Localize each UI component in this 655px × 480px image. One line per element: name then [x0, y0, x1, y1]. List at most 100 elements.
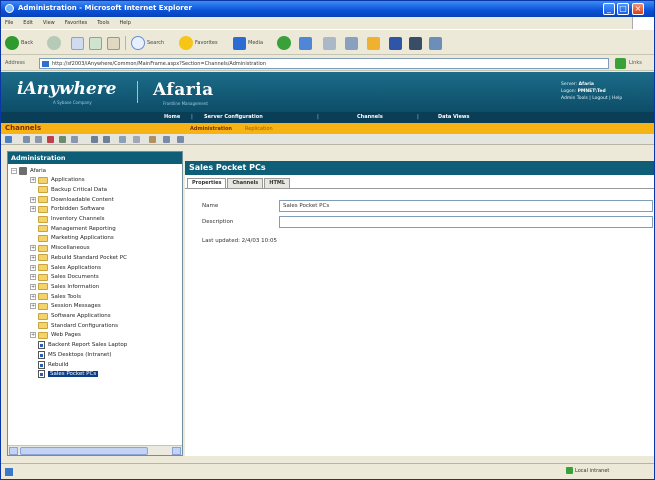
expand-icon[interactable]: + — [30, 293, 36, 300]
edit-button[interactable] — [345, 35, 358, 51]
tree-item[interactable]: Software Applications — [30, 312, 111, 321]
tree-item[interactable]: + Miscellaneous — [30, 244, 90, 253]
publish-icon[interactable] — [59, 136, 66, 143]
expand-icon[interactable]: + — [30, 254, 36, 261]
user-links[interactable]: Admin Tools | Logout | Help — [561, 95, 622, 102]
toolbar-separator — [125, 36, 126, 50]
tree-item[interactable]: Standard Configurations — [30, 321, 118, 330]
nav-channels[interactable]: Channels — [357, 114, 383, 120]
expand-icon[interactable]: + — [30, 196, 36, 203]
go-button[interactable] — [615, 58, 626, 69]
tree-item[interactable]: + Sales Applications — [30, 263, 101, 272]
tree-item[interactable]: + Sales Information — [30, 282, 99, 291]
minimize-button[interactable]: _ — [603, 3, 615, 15]
name-field[interactable]: Sales Pocket PCs — [279, 200, 653, 212]
tree-pane-header: Administration — [8, 152, 182, 164]
expand-icon[interactable]: + — [30, 206, 36, 213]
link-icon[interactable] — [149, 136, 156, 143]
forward-button[interactable] — [47, 35, 61, 51]
tree-item[interactable]: + Applications — [30, 176, 85, 185]
tab-channels[interactable]: Channels — [227, 178, 264, 188]
horizontal-scrollbar[interactable] — [8, 445, 182, 455]
menu-favorites[interactable]: Favorites — [61, 17, 92, 26]
tree-item[interactable]: Backent Report Sales Laptop — [30, 341, 127, 350]
menu-edit[interactable]: Edit — [19, 17, 37, 26]
menu-tools[interactable]: Tools — [93, 17, 113, 26]
tree-item[interactable]: Sales Pocket PCs — [30, 370, 99, 379]
media-button[interactable]: Media — [233, 35, 263, 51]
close-button[interactable]: × — [632, 3, 644, 15]
properties-icon[interactable] — [71, 136, 78, 143]
menu-help[interactable]: Help — [115, 17, 134, 26]
tree-item[interactable]: Rebuild — [30, 360, 68, 369]
tab-replication[interactable]: Replication — [245, 126, 273, 132]
delete-icon[interactable] — [47, 136, 54, 143]
tools-button[interactable] — [429, 35, 442, 51]
scroll-left-icon[interactable] — [9, 447, 18, 455]
tab-administration[interactable]: Administration — [190, 126, 232, 132]
folder-icon — [38, 264, 48, 271]
new-icon[interactable] — [5, 136, 12, 143]
discuss-button[interactable] — [367, 35, 380, 51]
collapse-icon[interactable]: − — [11, 167, 17, 174]
expand-icon[interactable]: + — [30, 177, 36, 184]
tab-properties[interactable]: Properties — [187, 178, 227, 188]
tree-item[interactable]: + Sales Tools — [30, 292, 81, 301]
tree-item-label: Web Pages — [51, 332, 81, 339]
expand-icon[interactable]: + — [30, 332, 36, 339]
favorites-button[interactable]: Favorites — [179, 35, 218, 51]
research-button[interactable] — [409, 35, 422, 51]
expand-icon[interactable]: + — [30, 264, 36, 271]
tree-item[interactable]: + Sales Documents — [30, 273, 99, 282]
tree-item[interactable]: + Forbidden Software — [30, 205, 104, 214]
address-input[interactable]: http://sf2003/iAnywhere/Common/MainFrame… — [39, 58, 609, 69]
tree-item[interactable]: + Session Messages — [30, 302, 101, 311]
move-up-icon[interactable] — [91, 136, 98, 143]
tree-item[interactable]: Backup Critical Data — [30, 185, 107, 194]
windows-logo-icon — [632, 17, 654, 29]
menu-view[interactable]: View — [39, 17, 59, 26]
nav-home[interactable]: Home — [164, 114, 180, 120]
expand-icon[interactable]: + — [30, 274, 36, 281]
tree-item[interactable]: Management Reporting — [30, 224, 116, 233]
refresh-icon[interactable] — [119, 136, 126, 143]
nav-data-views[interactable]: Data Views — [438, 114, 470, 120]
expand-icon[interactable]: + — [30, 245, 36, 252]
stop-button[interactable] — [71, 35, 84, 51]
tree-item-label: Session Messages — [51, 303, 101, 310]
description-field[interactable] — [279, 216, 653, 228]
links-label[interactable]: Links — [629, 60, 642, 66]
maximize-button[interactable]: □ — [617, 3, 629, 15]
home-button[interactable] — [107, 35, 120, 51]
status-bar: Local intranet — [1, 463, 654, 479]
search-button[interactable]: Search — [131, 35, 164, 51]
tree-item[interactable]: + Rebuild Standard Pocket PC — [30, 253, 127, 262]
mail-button[interactable] — [299, 35, 312, 51]
tree-item[interactable]: Marketing Applications — [30, 234, 114, 243]
tree-item[interactable]: Inventory Channels — [30, 215, 104, 224]
expand-icon[interactable]: + — [30, 303, 36, 310]
tree-item[interactable]: MS Desktops (Intranet) — [30, 350, 112, 359]
messenger-button[interactable] — [389, 35, 402, 51]
tree-root[interactable]: − Afaria — [11, 166, 46, 175]
scroll-right-icon[interactable] — [172, 447, 181, 455]
filter-icon[interactable] — [133, 136, 140, 143]
menu-file[interactable]: File — [1, 17, 17, 26]
tree-item[interactable]: + Downloadable Content — [30, 195, 114, 204]
refresh-button[interactable] — [89, 35, 102, 51]
copy-icon[interactable] — [23, 136, 30, 143]
nav-server-configuration[interactable]: Server Configuration — [204, 114, 263, 120]
history-button[interactable] — [277, 35, 291, 51]
export-icon[interactable] — [163, 136, 170, 143]
nav-separator: | — [417, 114, 419, 120]
tab-html[interactable]: HTML — [264, 178, 291, 188]
tree-item[interactable]: + Web Pages — [30, 331, 81, 340]
print-button[interactable] — [323, 35, 336, 51]
scroll-thumb[interactable] — [20, 447, 148, 455]
expand-icon[interactable]: + — [30, 283, 36, 290]
move-down-icon[interactable] — [103, 136, 110, 143]
address-bar: Address http://sf2003/iAnywhere/Common/M… — [1, 56, 654, 71]
back-button[interactable]: Back — [5, 35, 33, 51]
help-icon[interactable] — [177, 136, 184, 143]
paste-icon[interactable] — [35, 136, 42, 143]
